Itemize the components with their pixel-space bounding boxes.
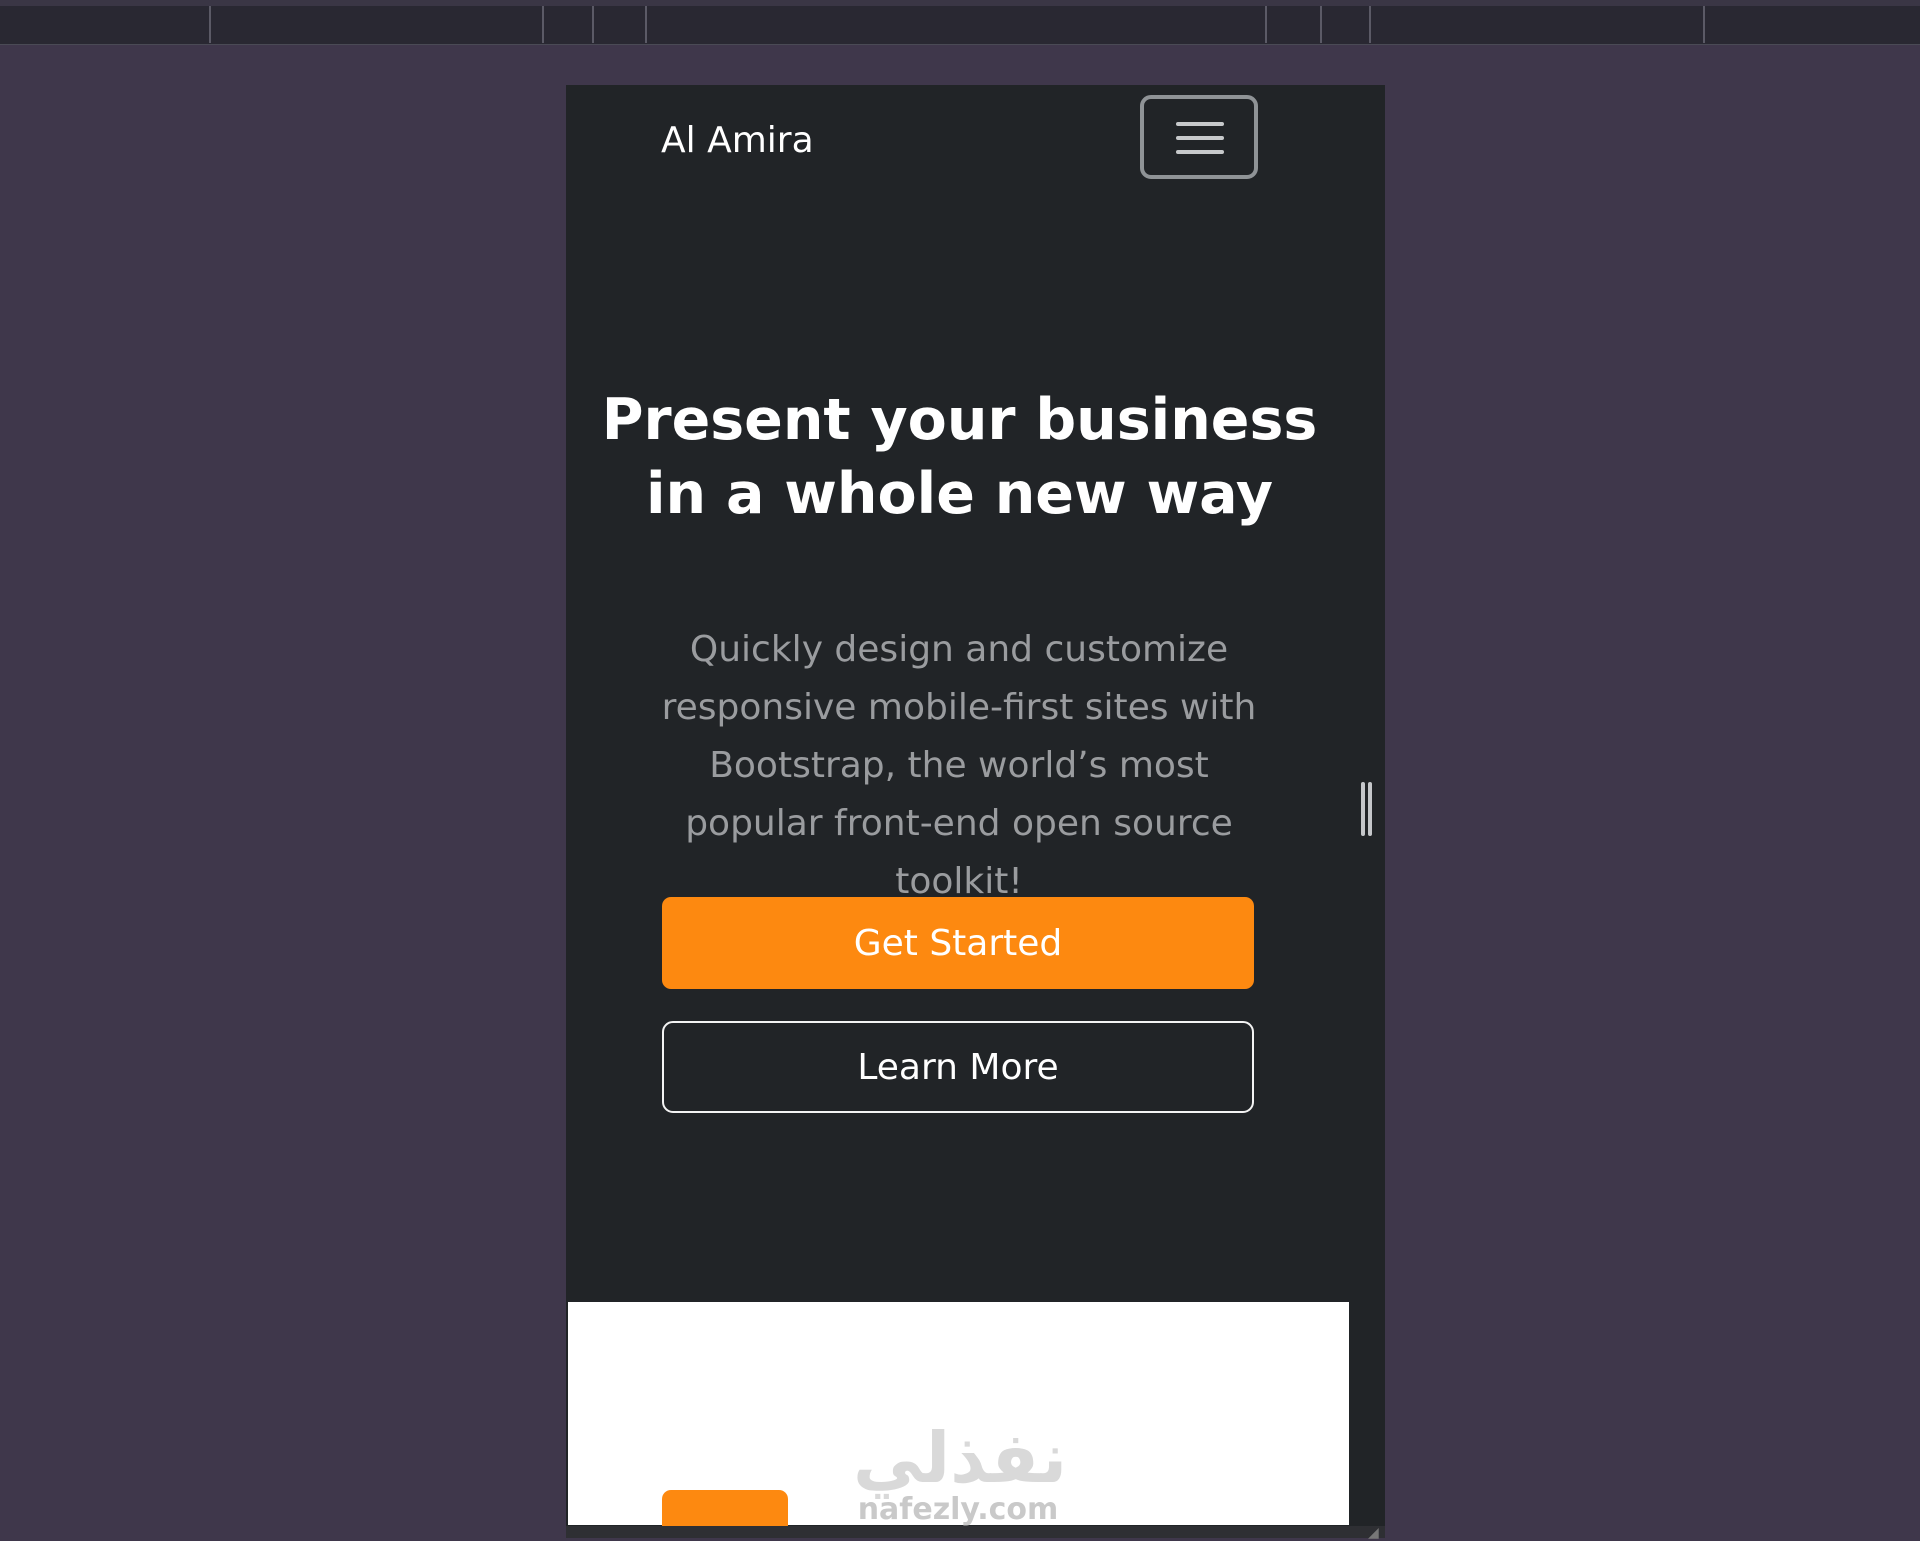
ruler-tick [1703,6,1705,43]
brand-logo[interactable]: Al Amira [661,120,814,161]
devtools-top-strip [0,0,1920,45]
mobile-preview-frame: Al Amira Present your business in a whol… [566,85,1385,1538]
resize-handle[interactable] [1361,782,1373,836]
hero-title: Present your business in a whole new way [601,387,1318,527]
ruler-tick [1369,6,1371,43]
next-section: نفذلي nafezly.com [568,1302,1349,1530]
ruler-tick [645,6,647,43]
ruler-tick [1265,6,1267,43]
resize-corner-icon[interactable]: ◢ [1368,1525,1379,1541]
watermark-latin: nafezly.com [857,1492,1059,1527]
frame-bottom-bar [566,1526,1385,1538]
hamburger-menu-icon[interactable] [1140,95,1258,179]
ruler-tick [209,6,211,43]
orange-element [662,1490,788,1530]
ruler-tick [542,6,544,43]
top-rail [0,0,1920,6]
ruler-tick [592,6,594,43]
ruler-tick [1320,6,1322,43]
watermark: نفذلي nafezly.com [853,1417,1068,1527]
learn-more-button[interactable]: Learn More [662,1021,1254,1113]
watermark-arabic: نفذلي [853,1417,1068,1499]
get-started-button[interactable]: Get Started [662,897,1254,989]
hero-subtitle: Quickly design and customize responsive … [661,629,1257,902]
